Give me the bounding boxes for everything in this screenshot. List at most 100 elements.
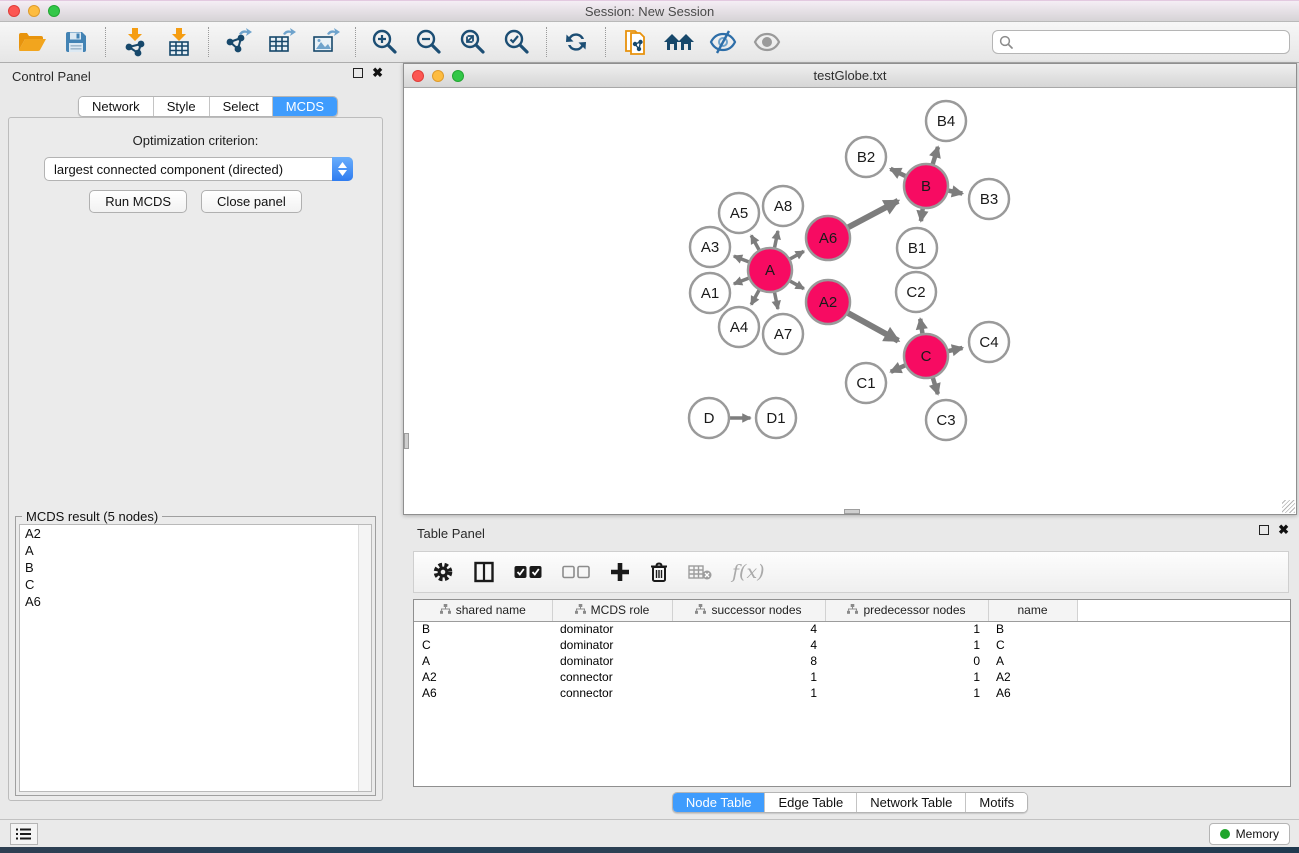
table-cell[interactable]: connector [552,669,672,685]
show-graphics-eye-icon[interactable] [749,25,785,59]
graph-node-C3[interactable]: C3 [926,400,966,440]
table-cell[interactable]: 0 [825,653,988,669]
vizmapper-toggle-icon[interactable] [705,25,741,59]
graph-node-A1[interactable]: A1 [690,273,730,313]
result-list-scrollbar[interactable] [358,525,371,791]
table-tab-motifs[interactable]: Motifs [966,793,1027,812]
table-tab-network-table[interactable]: Network Table [857,793,966,812]
table-cell[interactable]: 1 [825,621,988,637]
table-cell[interactable]: A [414,653,552,669]
result-item[interactable]: C [20,576,371,593]
save-session-button[interactable] [58,25,94,59]
delete-table-icon[interactable] [688,564,712,580]
column-header-MCDS-role[interactable]: MCDS role [552,600,672,621]
network-graph[interactable]: B4B2BB3A8A5A6A3B1AC2A1A2A4A7C4CC1C3DD1 [404,89,1296,514]
result-item[interactable]: A2 [20,525,371,542]
table-cell[interactable]: dominator [552,653,672,669]
close-panel-button[interactable]: Close panel [201,190,302,213]
result-item[interactable]: A6 [20,593,371,610]
graph-node-C2[interactable]: C2 [896,272,936,312]
graph-node-B[interactable]: B [904,164,948,208]
float-panel-icon[interactable] [353,68,363,78]
zoom-selected-button[interactable] [499,25,535,59]
node-table[interactable]: shared nameMCDS rolesuccessor nodesprede… [413,599,1291,787]
function-builder-icon[interactable]: f(x) [732,561,765,583]
graph-node-C[interactable]: C [904,334,948,378]
network-clipboard-button[interactable] [617,25,653,59]
table-cell[interactable]: A2 [414,669,552,685]
home-browser-button[interactable] [661,25,697,59]
table-cell[interactable]: 1 [672,685,825,701]
task-history-button[interactable] [10,823,38,845]
export-network-button[interactable] [220,25,256,59]
table-cell[interactable]: C [414,637,552,653]
table-cell[interactable]: 1 [825,669,988,685]
tab-mcds[interactable]: MCDS [273,97,337,116]
table-row[interactable]: Adominator80A [414,653,1290,669]
delete-rows-trash-icon[interactable] [650,561,668,583]
graph-node-A2[interactable]: A2 [806,280,850,324]
column-header-name[interactable]: name [988,600,1077,621]
memory-button[interactable]: Memory [1209,823,1290,845]
resize-grip[interactable] [1282,500,1295,513]
graph-node-B4[interactable]: B4 [926,101,966,141]
deselect-all-checkboxes-icon[interactable] [562,565,590,579]
table-row[interactable]: Bdominator41B [414,621,1290,637]
horizontal-scrollbar-thumb[interactable] [844,509,860,514]
zoom-out-button[interactable] [411,25,447,59]
table-cell[interactable]: 1 [825,685,988,701]
vertical-scrollbar-thumb[interactable] [404,433,409,449]
run-mcds-button[interactable]: Run MCDS [89,190,187,213]
graph-node-A4[interactable]: A4 [719,307,759,347]
table-cell[interactable]: A6 [988,685,1077,701]
criterion-select[interactable]: largest connected component (directed) [44,157,353,181]
column-header-shared-name[interactable]: shared name [414,600,552,621]
graph-node-A6[interactable]: A6 [806,216,850,260]
table-cell[interactable]: B [414,621,552,637]
tab-style[interactable]: Style [154,97,210,116]
export-image-button[interactable] [308,25,344,59]
table-cell[interactable]: dominator [552,621,672,637]
refresh-layout-button[interactable] [558,25,594,59]
select-all-checkboxes-icon[interactable] [514,565,542,579]
graph-node-B3[interactable]: B3 [969,179,1009,219]
table-tab-edge-table[interactable]: Edge Table [765,793,857,812]
table-row[interactable]: Cdominator41C [414,637,1290,653]
float-table-panel-icon[interactable] [1259,525,1269,535]
open-session-button[interactable] [14,25,50,59]
column-header-predecessor-nodes[interactable]: predecessor nodes [825,600,988,621]
graph-node-B1[interactable]: B1 [897,228,937,268]
table-cell[interactable]: connector [552,685,672,701]
table-row[interactable]: A6connector11A6 [414,685,1290,701]
tab-network[interactable]: Network [79,97,154,116]
table-cell[interactable]: 1 [672,669,825,685]
mcds-result-list[interactable]: A2ABCA6 [19,524,372,792]
search-input[interactable] [992,30,1290,54]
graph-node-A[interactable]: A [748,248,792,292]
table-cell[interactable]: 4 [672,637,825,653]
add-row-plus-icon[interactable] [610,562,630,582]
table-tab-node-table[interactable]: Node Table [673,793,766,812]
result-item[interactable]: B [20,559,371,576]
table-row[interactable]: A2connector11A2 [414,669,1290,685]
table-cell[interactable]: A [988,653,1077,669]
close-panel-icon[interactable]: ✖ [372,68,383,78]
graph-node-B2[interactable]: B2 [846,137,886,177]
graph-node-C4[interactable]: C4 [969,322,1009,362]
graph-node-A3[interactable]: A3 [690,227,730,267]
table-cell[interactable]: 8 [672,653,825,669]
table-cell[interactable]: C [988,637,1077,653]
network-canvas[interactable]: B4B2BB3A8A5A6A3B1AC2A1A2A4A7C4CC1C3DD1 [404,89,1296,514]
graph-node-A7[interactable]: A7 [763,314,803,354]
table-cell[interactable]: A6 [414,685,552,701]
graph-node-D[interactable]: D [689,398,729,438]
table-cell[interactable]: A2 [988,669,1077,685]
import-table-button[interactable] [161,25,197,59]
column-header-successor-nodes[interactable]: successor nodes [672,600,825,621]
result-item[interactable]: A [20,542,371,559]
import-network-button[interactable] [117,25,153,59]
export-table-button[interactable] [264,25,300,59]
table-cell[interactable]: B [988,621,1077,637]
table-settings-gear-icon[interactable] [432,561,454,583]
zoom-in-button[interactable] [367,25,403,59]
